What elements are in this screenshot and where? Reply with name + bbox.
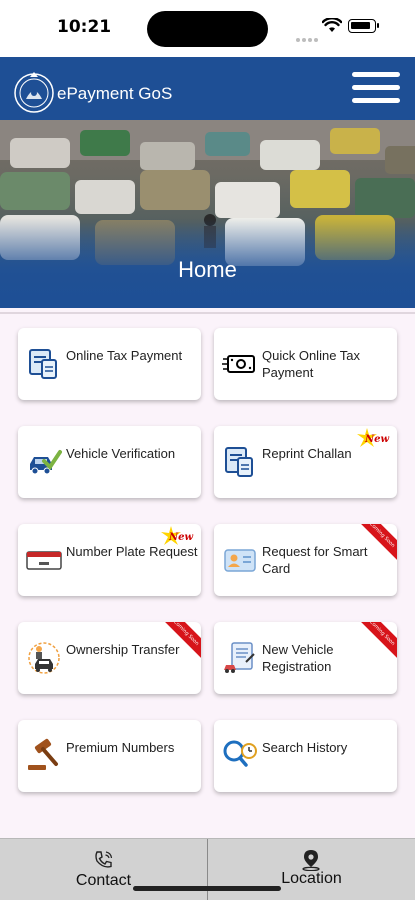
ownership-transfer-button[interactable]: Ownership Transfer Coming Soon [18,622,201,694]
hamburger-menu-icon[interactable] [352,72,400,108]
document-tax-icon [29,349,57,379]
home-indicator [133,886,281,891]
card-label: Vehicle Verification [66,446,176,461]
new-badge: New [161,526,197,548]
card-label: Quick Online Tax Payment [262,348,361,380]
new-badge: New [357,428,393,450]
cash-money-icon [222,355,255,373]
request-smart-card-button[interactable]: Request for Smart Card Coming Soon [214,524,397,596]
premium-numbers-button[interactable]: Premium Numbers [18,720,201,792]
status-time: 10:21 [57,17,112,37]
vehicle-verification-button[interactable]: Vehicle Verification [18,426,201,498]
page-title: Home [178,257,237,282]
new-badge-text: New [169,532,194,543]
card-label: New Vehicle Registration [262,642,334,674]
dynamic-island [147,11,268,47]
home-banner: Home [0,120,415,308]
search-history-button[interactable]: Search History [214,720,397,792]
sindh-govt-emblem [14,72,54,113]
location-pin-icon [302,850,320,871]
card-label: Search History [262,740,348,755]
battery-icon [348,19,379,33]
app-header: ePayment GoS [0,57,415,120]
card-label: Request for Smart Card [262,544,368,576]
header-divider [0,312,415,314]
status-bar: 10:21 [0,0,415,57]
card-label: Ownership Transfer [66,642,180,657]
ownership-transfer-icon [28,642,60,674]
app-title: ePayment GoS [57,84,173,103]
online-tax-payment-button[interactable]: Online Tax Payment [18,328,201,400]
id-card-icon [224,549,256,572]
wifi-icon [322,18,342,32]
car-check-icon [30,450,62,475]
gavel-icon [28,738,58,770]
document-tax-icon [225,447,253,477]
new-vehicle-registration-button[interactable]: New Vehicle Registration Coming Soon [214,622,397,694]
new-badge-text: New [365,434,390,445]
number-plate-icon [26,551,62,570]
registration-form-icon [224,642,255,673]
quick-online-tax-payment-button[interactable]: Quick Online Tax Payment [214,328,397,400]
card-label: Online Tax Payment [66,348,183,363]
card-label: Premium Numbers [66,740,175,755]
search-clock-icon [223,740,257,767]
phone-icon [95,851,113,868]
number-plate-request-button[interactable]: Number Plate Request New [18,524,201,596]
reprint-challan-button[interactable]: Reprint Challan New [214,426,397,498]
cellular-signal-icon [296,27,320,46]
